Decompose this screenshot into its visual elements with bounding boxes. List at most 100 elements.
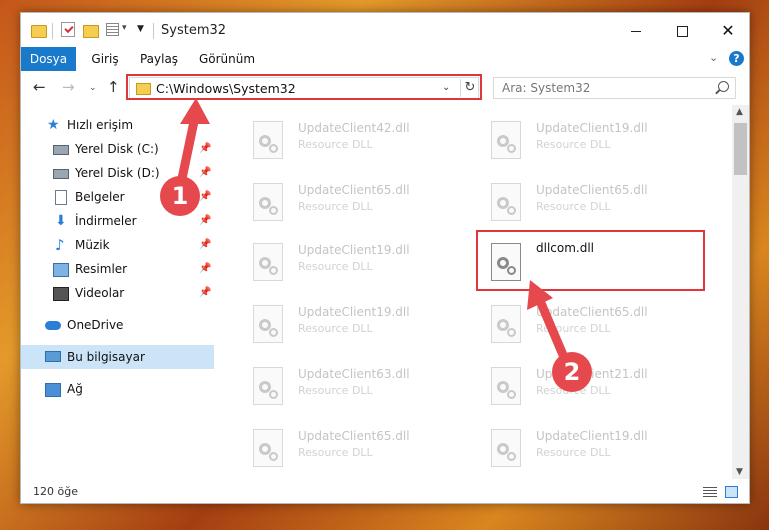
file-tile[interactable]: UpdateClient63.dll Resource DLL [243, 359, 473, 415]
vertical-scrollbar[interactable]: ▲ ▼ [732, 105, 749, 479]
drive-icon [53, 169, 69, 179]
scrollbar-thumb[interactable] [734, 123, 747, 175]
nav-item-label: Resimler [75, 262, 128, 276]
tab-share[interactable]: Paylaş [137, 47, 181, 71]
file-tile[interactable]: UpdateClient65.dll Resource DLL [243, 175, 473, 231]
file-tile[interactable]: UpdateClient19.dll Resource DLL [481, 421, 711, 477]
network-icon [45, 383, 61, 397]
nav-item-this-pc[interactable]: Bu bilgisayar [21, 345, 214, 369]
file-type: Resource DLL [536, 322, 611, 335]
nav-item-label: Hızlı erişim [67, 118, 134, 132]
status-bar: 120 öğe [21, 481, 749, 503]
nav-item-onedrive[interactable]: OneDrive [21, 313, 214, 337]
file-type: Resource DLL [298, 138, 373, 151]
search-input[interactable]: Ara: System32 [493, 77, 736, 99]
chevron-down-icon[interactable]: ▾ [122, 23, 127, 33]
pictures-icon [53, 263, 69, 277]
recent-locations-icon[interactable]: ⌄ [89, 83, 97, 93]
dll-file-icon [253, 429, 283, 467]
dll-file-icon [491, 429, 521, 467]
file-type: Resource DLL [298, 260, 373, 273]
maximize-button[interactable] [659, 13, 705, 49]
documents-icon [55, 190, 67, 205]
large-icons-view-icon[interactable] [725, 486, 738, 498]
up-arrow-icon[interactable]: ↑ [107, 78, 120, 96]
new-folder-icon[interactable] [83, 25, 99, 38]
window-title: System32 [161, 23, 227, 38]
drive-icon [53, 145, 69, 155]
expand-ribbon-icon[interactable]: ⌄ [709, 51, 718, 64]
nav-item-label: Yerel Disk (D:) [75, 166, 160, 180]
file-tile[interactable]: UpdateClient19.dll Resource DLL [481, 113, 711, 169]
nav-item-network[interactable]: Ağ [21, 377, 214, 401]
tab-home[interactable]: Giriş [89, 47, 121, 71]
toolbar-divider [153, 23, 154, 39]
scroll-down-icon[interactable]: ▼ [736, 467, 743, 477]
scroll-up-icon[interactable]: ▲ [736, 107, 743, 117]
pin-icon[interactable]: 📌 [199, 281, 211, 305]
close-button[interactable]: ✕ [705, 13, 749, 49]
file-tile[interactable]: UpdateClient19.dll Resource DLL [243, 235, 473, 291]
nav-item-label: Videolar [75, 286, 125, 300]
pin-icon[interactable]: 📌 [199, 257, 211, 281]
details-view-icon[interactable] [703, 487, 717, 498]
nav-item-local-disk-c[interactable]: Yerel Disk (C:) 📌 [21, 137, 214, 161]
customize-toolbar-icon[interactable]: ▼ [137, 24, 144, 34]
dll-file-icon [253, 305, 283, 343]
nav-item-music[interactable]: ♪ Müzik 📌 [21, 233, 214, 257]
navigation-pane: ★ Hızlı erişim Yerel Disk (C:) 📌 Yerel D… [21, 109, 214, 477]
nav-item-label: Belgeler [75, 190, 125, 204]
tab-file[interactable]: Dosya [21, 47, 76, 71]
file-tile[interactable]: UpdateClient65.dll Resource DLL [481, 297, 711, 353]
dll-file-icon [491, 121, 521, 159]
pin-icon[interactable]: 📌 [199, 209, 211, 233]
videos-icon [53, 287, 69, 301]
file-list: UpdateClient42.dll Resource DLL UpdateCl… [233, 105, 733, 477]
file-tile[interactable]: UpdateClient65.dll Resource DLL [243, 421, 473, 477]
file-name: UpdateClient19.dll [536, 429, 648, 443]
pin-icon[interactable]: 📌 [199, 137, 211, 161]
pin-icon[interactable]: 📌 [199, 185, 211, 209]
pin-icon[interactable]: 📌 [199, 233, 211, 257]
nav-item-videos[interactable]: Videolar 📌 [21, 281, 214, 305]
pin-icon[interactable]: 📌 [199, 161, 211, 185]
file-type: Resource DLL [536, 446, 611, 459]
file-name: UpdateClient65.dll [536, 183, 648, 197]
file-type: Resource DLL [536, 200, 611, 213]
folder-icon[interactable] [31, 25, 47, 38]
forward-arrow-icon[interactable]: → [62, 78, 75, 96]
dll-file-icon [491, 305, 521, 343]
file-type: Resource DLL [298, 322, 373, 335]
dll-file-icon [253, 183, 283, 221]
nav-item-quick-access[interactable]: ★ Hızlı erişim [21, 113, 214, 137]
file-type: Resource DLL [298, 446, 373, 459]
dll-file-icon [491, 183, 521, 221]
file-name: UpdateClient65.dll [536, 305, 648, 319]
item-count: 120 öğe [33, 485, 78, 498]
file-name: UpdateClient42.dll [298, 121, 410, 135]
step-badge-1: 1 [160, 176, 200, 216]
back-arrow-icon[interactable]: ← [33, 78, 46, 96]
nav-item-pictures[interactable]: Resimler 📌 [21, 257, 214, 281]
help-icon[interactable]: ? [729, 51, 744, 66]
dll-file-highlight [476, 230, 705, 291]
file-tile[interactable]: UpdateClient65.dll Resource DLL [481, 175, 711, 231]
title-bar: ▾ ▼ System32 ✕ [21, 13, 749, 49]
file-name: UpdateClient19.dll [536, 121, 648, 135]
tab-view[interactable]: Görünüm [196, 47, 258, 71]
properties-check-icon[interactable] [61, 22, 75, 37]
nav-item-label: Yerel Disk (C:) [75, 142, 159, 156]
minimize-button[interactable] [613, 13, 659, 49]
file-name: UpdateClient63.dll [298, 367, 410, 381]
dll-file-icon [253, 243, 283, 281]
file-tile[interactable]: UpdateClient42.dll Resource DLL [243, 113, 473, 169]
ribbon-tabs: Dosya Giriş Paylaş Görünüm ⌄ ? [21, 47, 749, 72]
dll-file-icon [253, 121, 283, 159]
rename-icon[interactable] [106, 23, 119, 36]
file-tile[interactable]: UpdateClient19.dll Resource DLL [243, 297, 473, 353]
nav-item-label: Bu bilgisayar [67, 350, 145, 364]
nav-item-label: Ağ [67, 382, 83, 396]
step-badge-2: 2 [552, 352, 592, 392]
file-name: UpdateClient65.dll [298, 429, 410, 443]
file-tile[interactable]: UpdateClient21.dll Resource DLL [481, 359, 711, 415]
